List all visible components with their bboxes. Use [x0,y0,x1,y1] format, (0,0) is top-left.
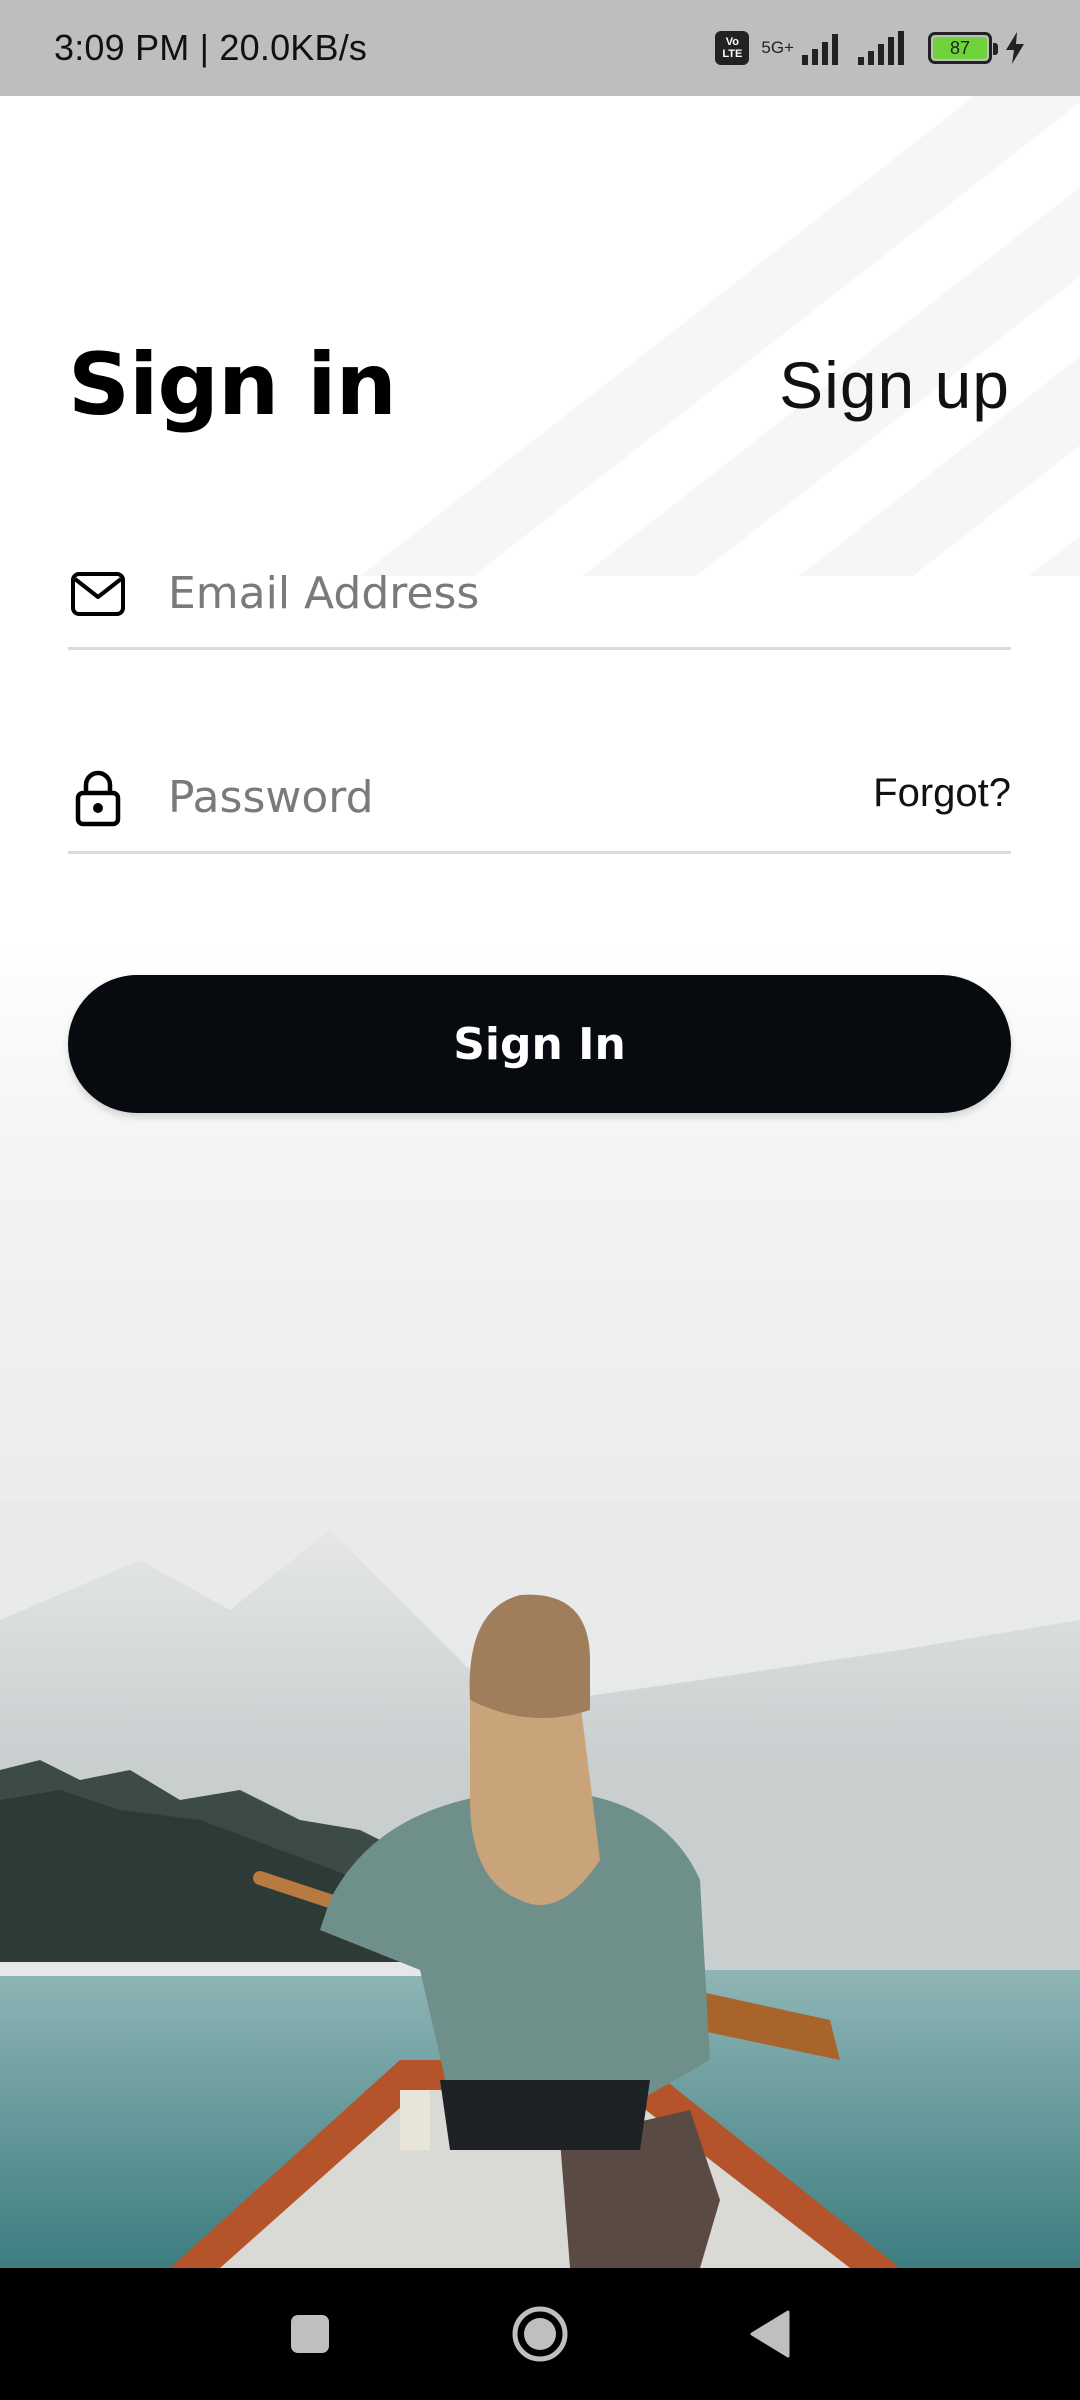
email-field [68,540,1011,650]
navigation-bar [0,2268,1080,2400]
battery-icon: 87 [928,32,998,64]
network-type-label: 5G+ [761,38,794,57]
volte-icon: Vo LTE [715,31,750,65]
lock-icon [68,768,128,828]
signal-icon [858,31,904,65]
home-circle-icon[interactable] [500,2294,580,2374]
email-input[interactable] [168,553,1011,634]
status-icons: Vo LTE 5G+ 87 [715,31,1026,65]
charging-icon [1006,32,1024,64]
back-triangle-icon[interactable] [730,2294,810,2374]
decorative-stripes [360,96,1080,576]
password-input[interactable] [168,757,874,838]
status-bar: 3:09 PM | 20.0KB/s Vo LTE 5G+ 87 [0,0,1080,96]
page-title: Sign in [68,335,397,435]
sign-in-screen: 3:09 PM | 20.0KB/s Vo LTE 5G+ 87 Sign in… [0,0,1080,2400]
sign-in-button[interactable]: Sign In [68,975,1011,1113]
password-field: Forgot? [68,744,1011,854]
battery-level: 87 [933,37,987,59]
forgot-password-link[interactable]: Forgot? [873,771,1011,816]
recents-square-icon[interactable] [270,2294,350,2374]
background-photo [0,1500,1080,2268]
status-time-speed: 3:09 PM | 20.0KB/s [54,27,368,68]
mail-icon [68,564,128,624]
signal-icon [802,34,838,65]
signup-link[interactable]: Sign up [779,340,1010,430]
